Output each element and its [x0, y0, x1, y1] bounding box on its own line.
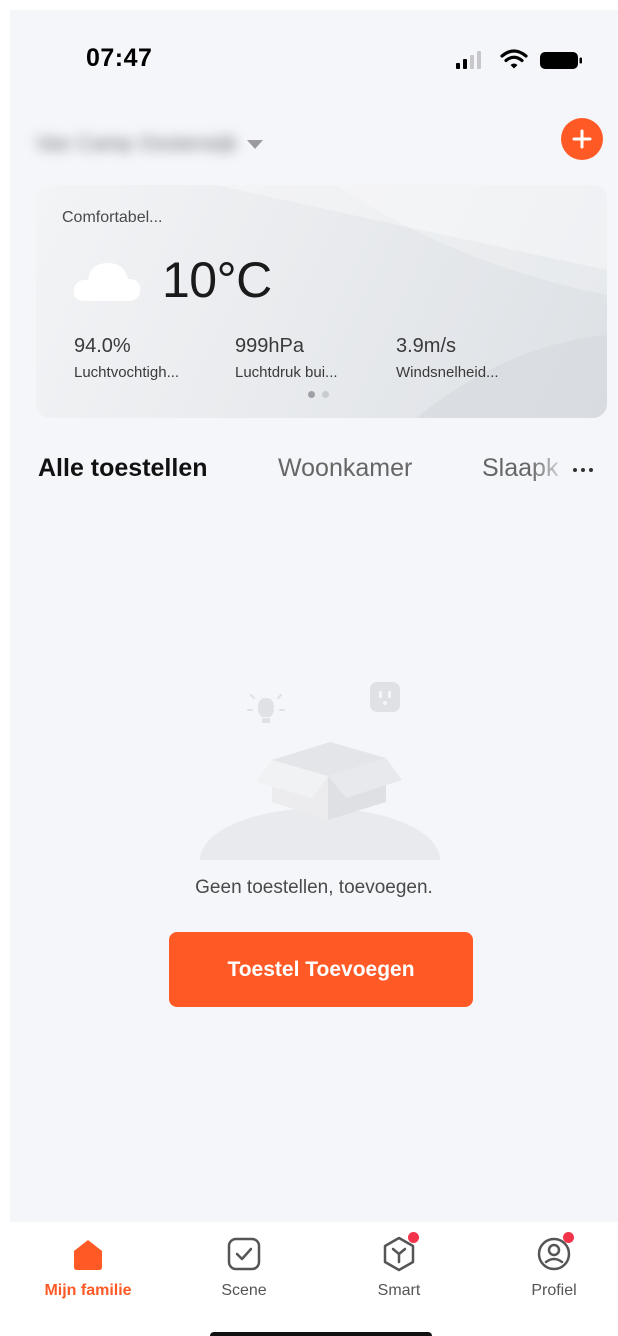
status-icons [456, 46, 586, 74]
nav-label: Smart [377, 1282, 421, 1299]
caret-down-icon [247, 139, 264, 149]
home-indicator [210, 1332, 432, 1336]
status-time: 07:47 [86, 44, 153, 72]
nav-label: Profiel [531, 1282, 577, 1299]
nav-label: Scene [221, 1282, 267, 1299]
nav-item-my-family[interactable]: Mijn familie [23, 1234, 153, 1300]
nav-item-profile[interactable]: Profiel [489, 1232, 618, 1300]
more-dot-icon [589, 468, 593, 472]
add-device-button[interactable]: Toestel Toevoegen [169, 932, 473, 1007]
page-indicator [308, 391, 329, 398]
wind-value: 3.9m/s [396, 335, 457, 357]
smart-cube-icon [379, 1232, 419, 1274]
app-screen: 07:47 Van Camp Oosterwijk Comfortabel...… [10, 10, 618, 1336]
plus-icon [572, 129, 592, 149]
weather-card[interactable]: Comfortabel... 10°C 94.0% Luchtvochtigh.… [36, 185, 607, 418]
signal-wifi-battery-icon [456, 49, 582, 69]
home-selector[interactable]: Van Camp Oosterwijk [36, 128, 264, 160]
notification-badge [563, 1232, 574, 1243]
nav-item-smart[interactable]: Smart [334, 1232, 464, 1300]
wind-label: Windsnelheid... [396, 364, 499, 381]
humidity-metric: 94.0% Luchtvochtigh... [74, 335, 179, 381]
scene-checkbox-icon [224, 1234, 264, 1274]
page-dot [308, 391, 315, 398]
pressure-label: Luchtdruk bui... [235, 364, 338, 381]
empty-box-illustration [200, 682, 440, 860]
profile-icon [534, 1232, 574, 1274]
more-tabs-button[interactable] [563, 458, 603, 482]
socket-icon [370, 682, 400, 712]
home-name: Van Camp Oosterwijk [36, 132, 238, 155]
tab-living-room[interactable]: Woonkamer [278, 454, 412, 483]
nav-item-scene[interactable]: Scene [179, 1234, 309, 1300]
more-dot-icon [573, 468, 577, 472]
more-dot-icon [581, 468, 585, 472]
page-dot [322, 391, 329, 398]
pressure-metric: 999hPa Luchtdruk bui... [235, 335, 338, 381]
wind-metric: 3.9m/s Windsnelheid... [396, 335, 499, 381]
empty-state-message: Geen toestellen, toevoegen. [195, 877, 433, 898]
notification-badge [408, 1232, 419, 1243]
bulb-icon [247, 694, 285, 723]
home-icon [68, 1234, 108, 1274]
nav-label: Mijn familie [44, 1282, 132, 1299]
humidity-value: 94.0% [74, 335, 131, 357]
bottom-nav: Mijn familie Scene Smart Profiel [10, 1222, 618, 1336]
pressure-value: 999hPa [235, 335, 304, 357]
temperature: 10°C [162, 252, 272, 308]
tab-all-devices[interactable]: Alle toestellen [38, 454, 208, 483]
add-button[interactable] [561, 118, 603, 160]
humidity-label: Luchtvochtigh... [74, 364, 180, 381]
cloud-icon [73, 263, 141, 301]
weather-summary: Comfortabel... [62, 209, 163, 226]
